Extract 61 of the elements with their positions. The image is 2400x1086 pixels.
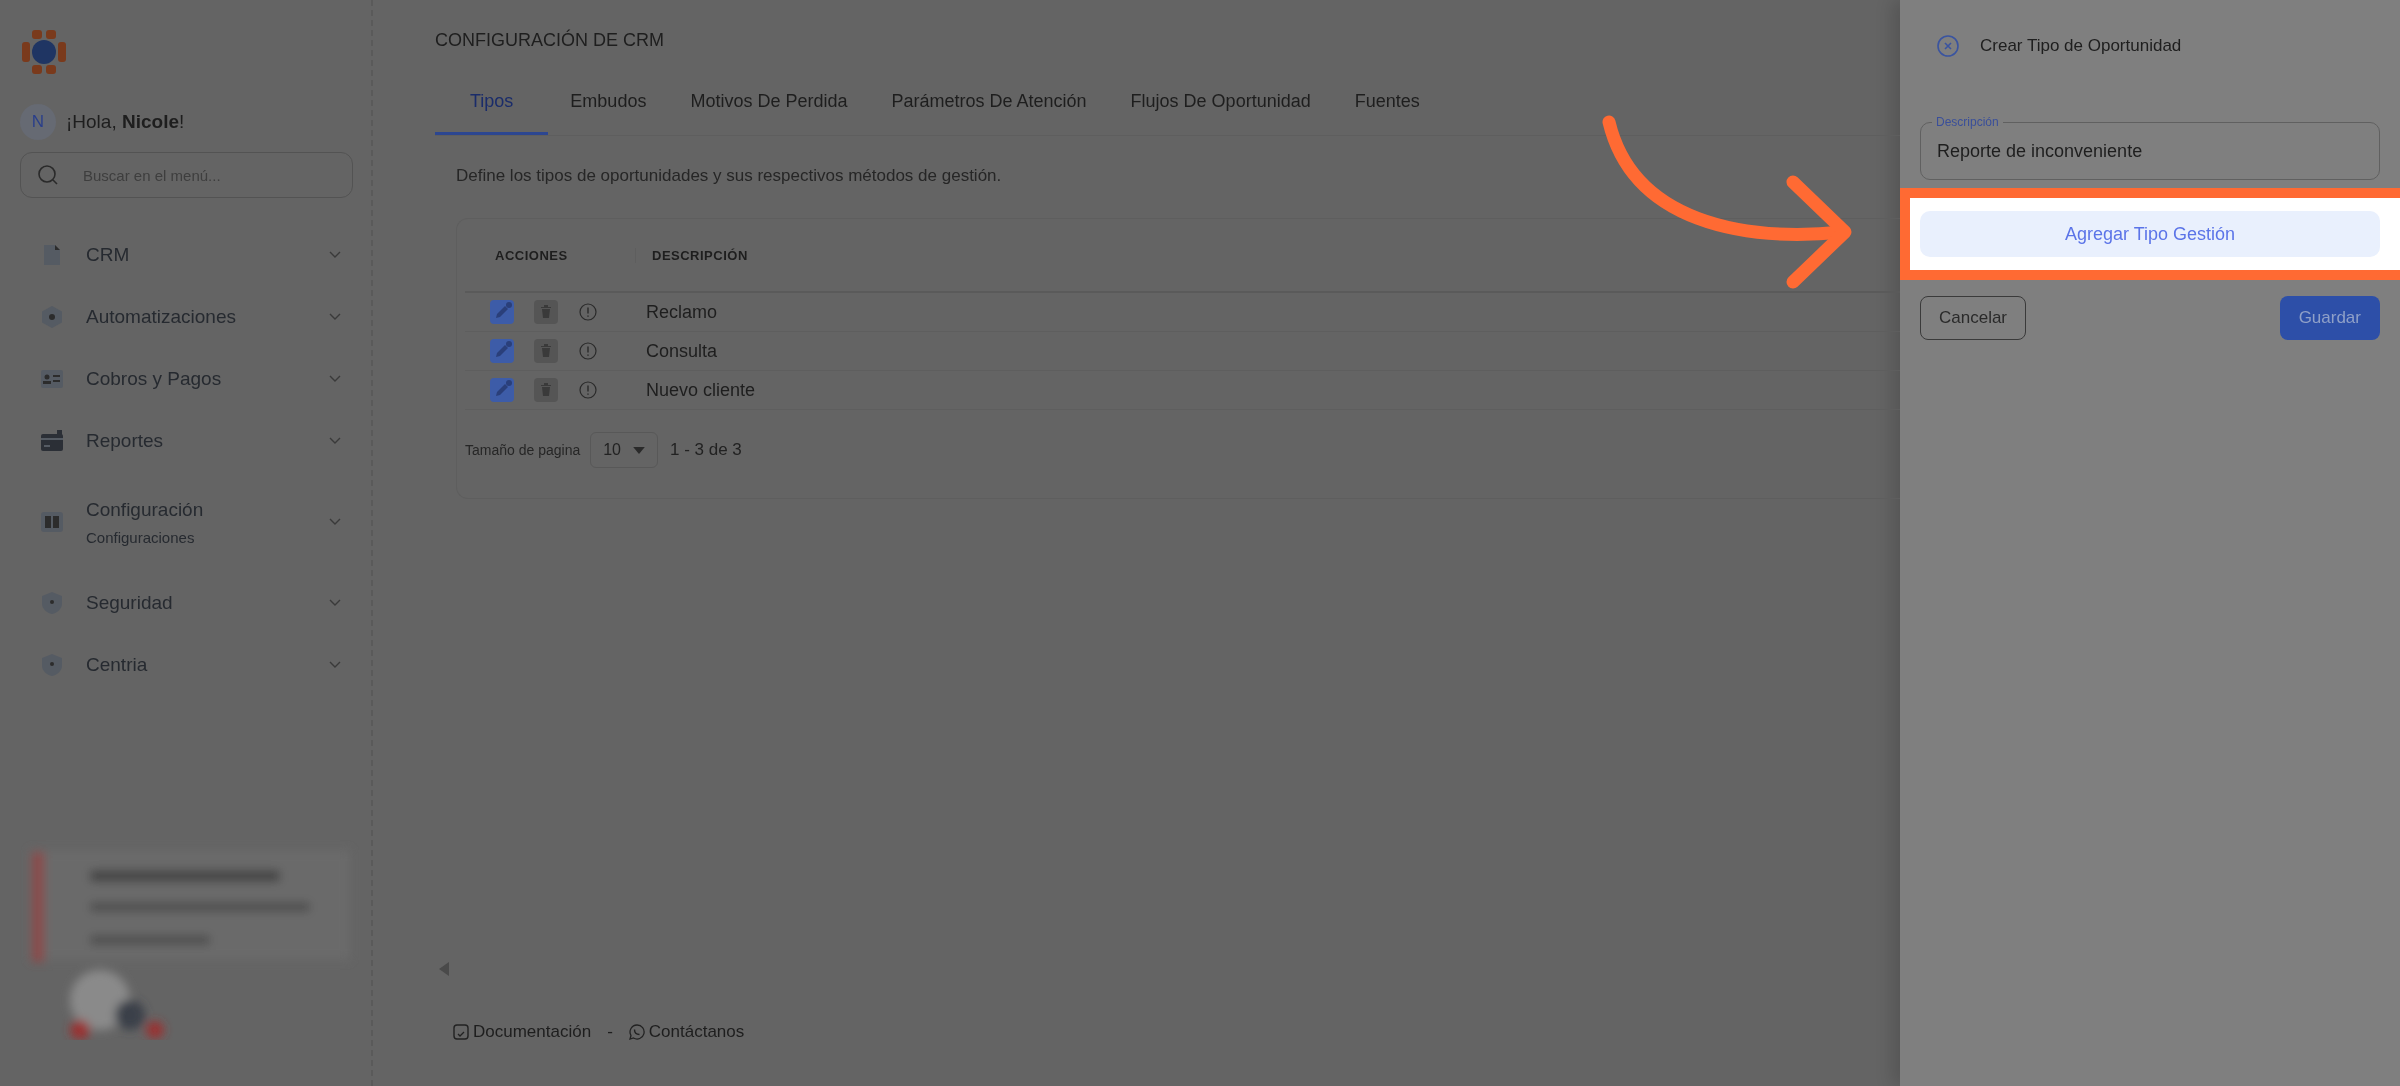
caret-icon <box>633 446 645 454</box>
shield-icon <box>40 653 64 677</box>
edit-icon[interactable] <box>490 300 514 324</box>
tab[interactable]: Flujos De Oportunidad <box>1108 73 1333 135</box>
menu-item[interactable]: Cobros y Pagos <box>20 348 353 410</box>
menu-item[interactable]: Automatizaciones <box>20 286 353 348</box>
menu-item[interactable]: Seguridad <box>20 572 353 634</box>
wallet-icon <box>40 429 64 453</box>
field-label: Descripción <box>1932 114 2003 130</box>
chevron-down-icon <box>329 375 341 383</box>
description: Define los tipos de oportunidades y sus respectivos métodos de gestión. <box>456 166 1003 186</box>
tab[interactable]: Motivos De Perdida <box>668 73 870 135</box>
table-cell-text: Reclamo <box>645 301 718 323</box>
greeting: ¡Hola, Nicole! <box>66 111 185 133</box>
trash-icon[interactable] <box>534 339 558 363</box>
chevron-down-icon <box>329 313 341 321</box>
info-icon[interactable] <box>578 341 598 361</box>
chevron-down-icon <box>329 251 341 259</box>
column-header: ACCIONES <box>494 247 569 263</box>
chevron-down-icon <box>329 518 341 526</box>
menu-item[interactable]: Centria <box>20 634 353 696</box>
column-header: DESCRIPCIÓN <box>635 247 748 263</box>
page-size-label: Tamaño de pagina <box>465 442 581 458</box>
menu-item[interactable]: Reportes <box>20 410 353 472</box>
trash-icon[interactable] <box>534 300 558 324</box>
menu-item[interactable]: Configuración Configuraciones <box>20 472 353 572</box>
id-card-icon <box>40 367 64 391</box>
shield-icon <box>40 591 64 615</box>
save-button[interactable]: Guardar <box>2279 296 2380 340</box>
avatar[interactable]: N <box>20 104 56 140</box>
table-cell-text: Nuevo cliente <box>645 379 756 401</box>
logo-icon <box>20 28 68 76</box>
table-cell-text: Consulta <box>645 340 718 362</box>
add-type-button[interactable]: Agregar Tipo Gestión <box>1920 211 2380 257</box>
hexagon-icon <box>40 305 64 329</box>
cancel-button[interactable]: Cancelar <box>1920 296 2027 340</box>
chat-icon <box>628 1024 645 1040</box>
book-icon <box>40 510 64 534</box>
contact-link[interactable]: Contáctanos <box>628 1022 745 1042</box>
page-size-select[interactable]: 10 <box>590 432 658 468</box>
close-icon[interactable] <box>1936 34 1960 58</box>
edit-icon[interactable] <box>490 339 514 363</box>
search-icon <box>36 163 60 187</box>
panel-title: Crear Tipo de Oportunidad <box>1980 36 2182 56</box>
documentation-link[interactable]: Documentación <box>453 1022 592 1042</box>
info-icon[interactable] <box>578 380 598 400</box>
info-icon[interactable] <box>578 302 598 322</box>
collapse-icon[interactable] <box>439 962 449 976</box>
chevron-down-icon <box>329 661 341 669</box>
trash-icon[interactable] <box>534 378 558 402</box>
tab[interactable]: Tipos <box>435 73 549 135</box>
separator: - <box>607 1022 613 1042</box>
edit-icon[interactable] <box>490 378 514 402</box>
tab[interactable]: Fuentes <box>1332 73 1442 135</box>
page-range: 1 - 3 de 3 <box>670 440 742 460</box>
menu-item[interactable]: CRM <box>20 224 353 286</box>
tab[interactable]: Embudos <box>548 73 669 135</box>
chevron-down-icon <box>329 599 341 607</box>
chevron-down-icon <box>329 437 341 445</box>
page-title: CONFIGURACIÓN DE CRM <box>435 30 665 51</box>
tab[interactable]: Parámetros De Atención <box>869 73 1109 135</box>
